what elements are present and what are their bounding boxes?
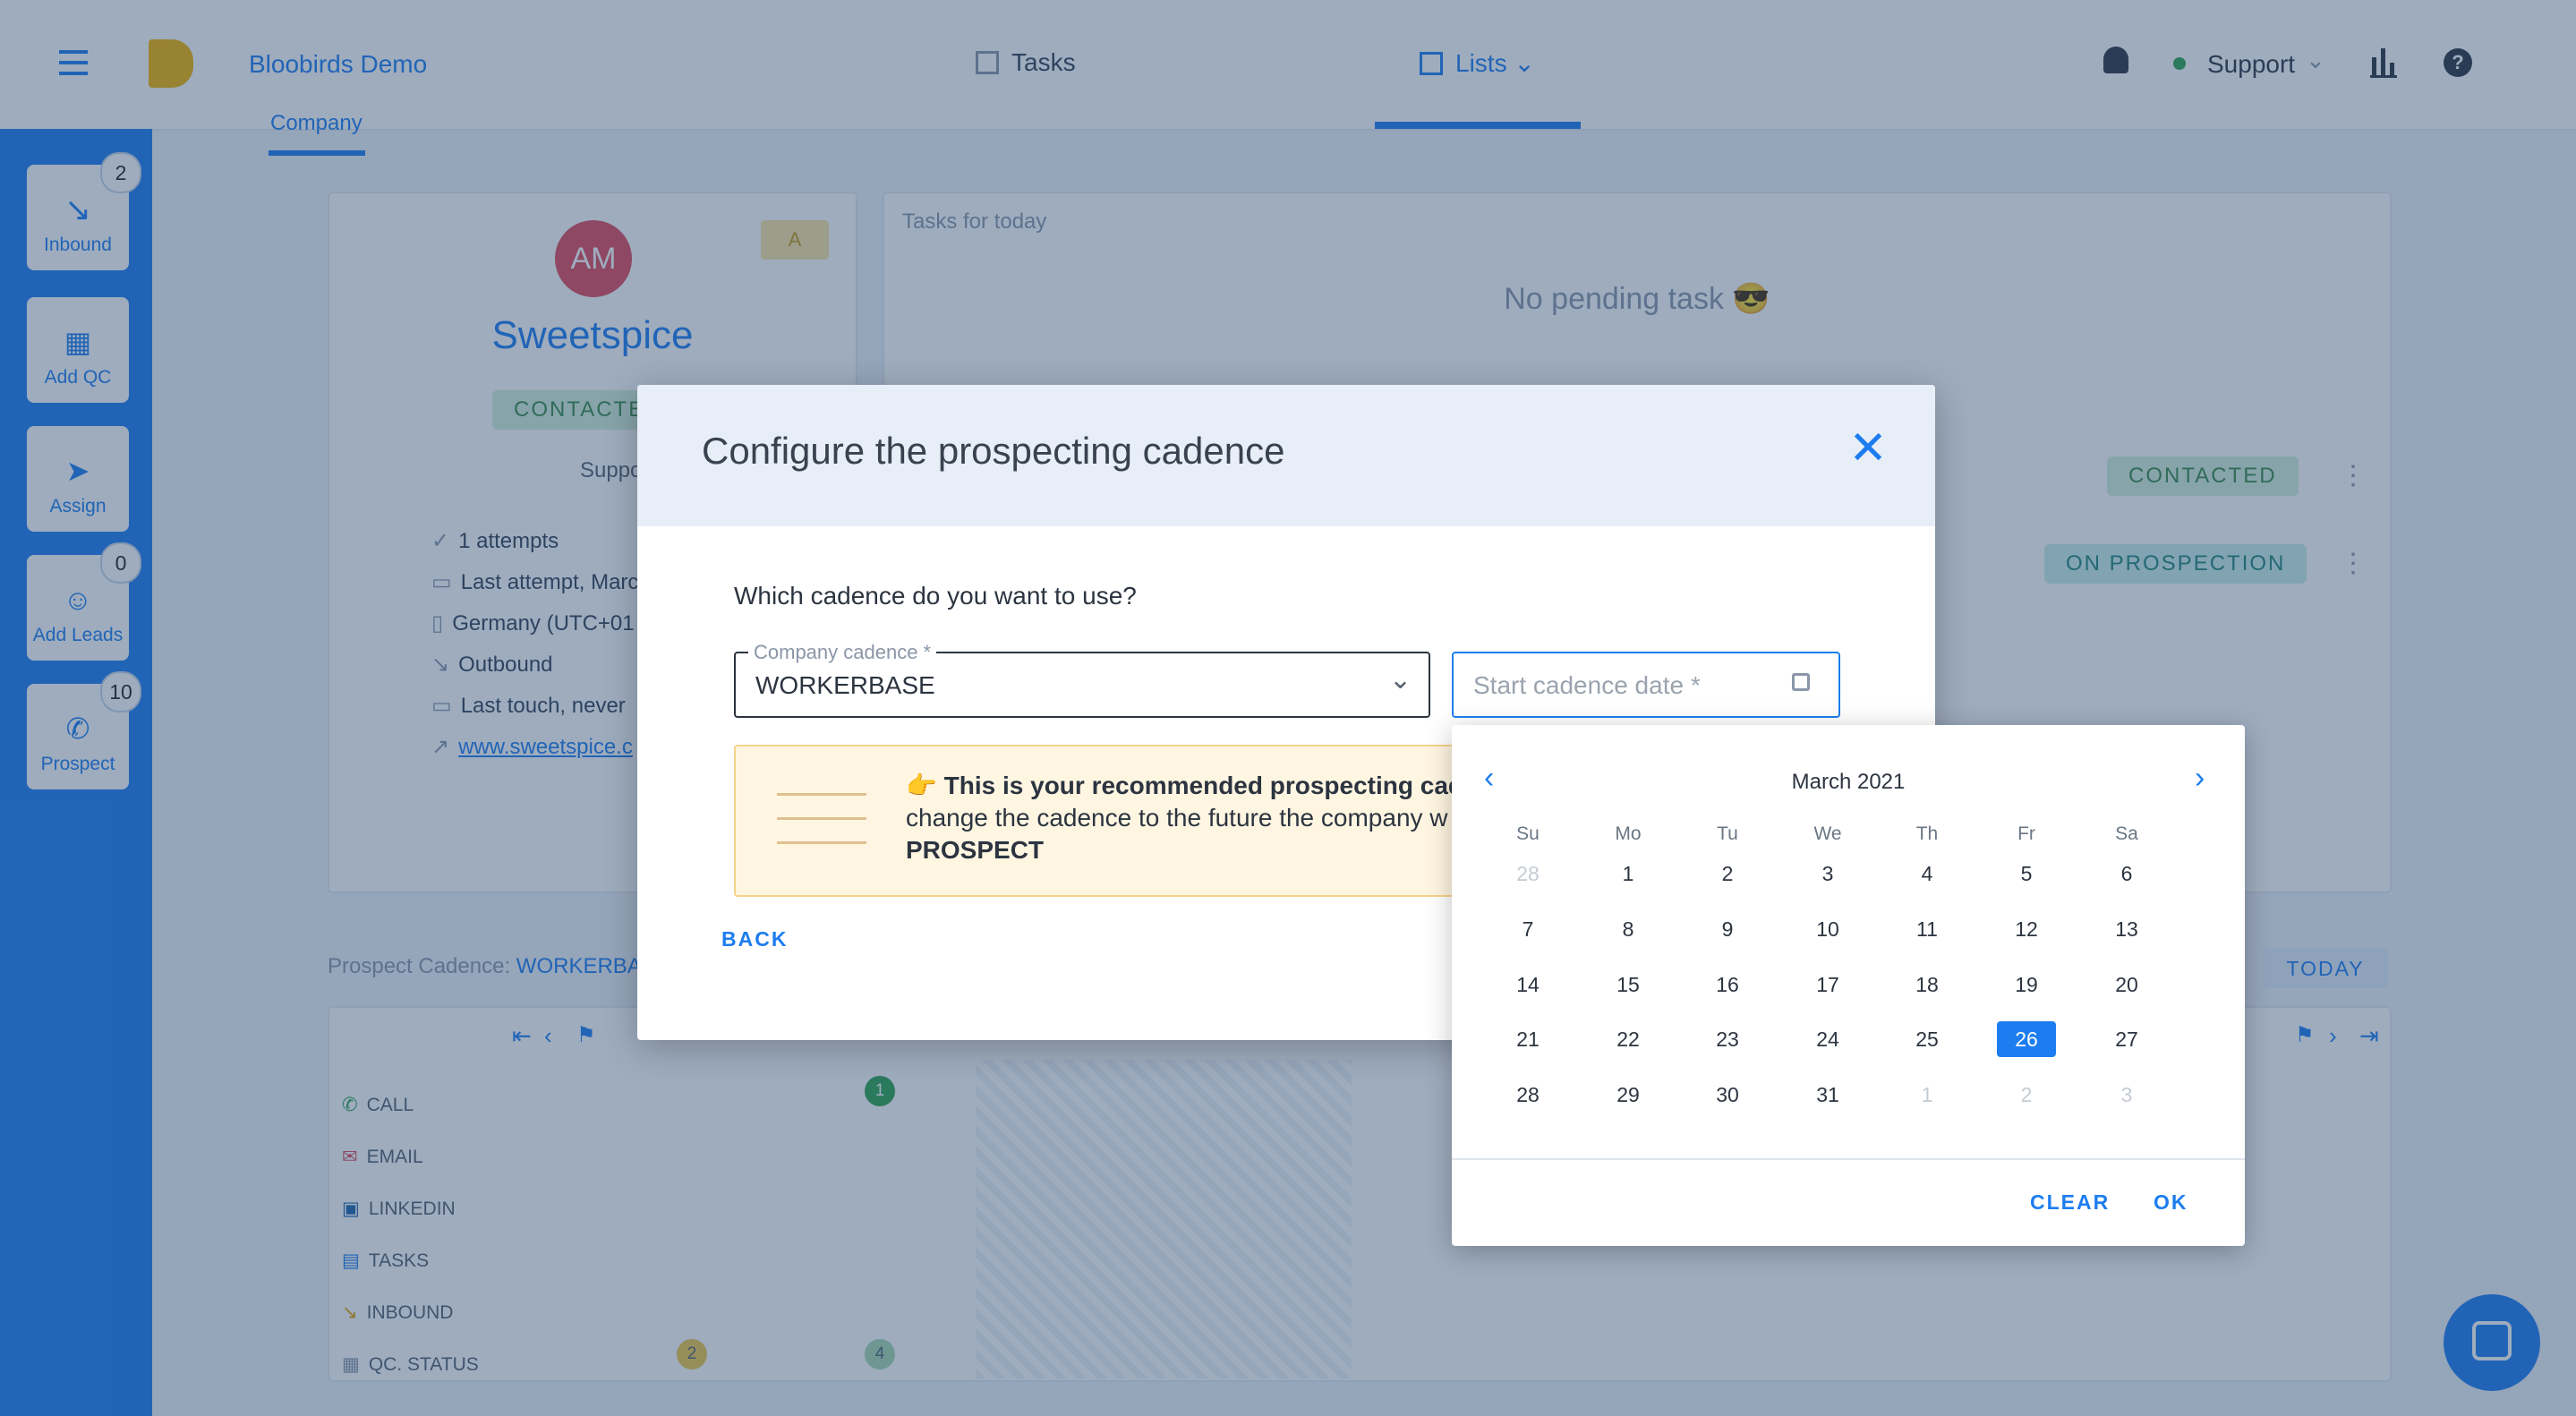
calendar-day[interactable]: 13 <box>2097 911 2156 947</box>
calendar-day[interactable]: 18 <box>1898 967 1957 1002</box>
calendar-day[interactable]: 29 <box>1599 1077 1658 1113</box>
calendar-day[interactable]: 30 <box>1698 1077 1757 1113</box>
weekday-label: Sa <box>2115 823 2138 844</box>
calendar-day: 2 <box>2020 1083 2033 1106</box>
calendar-day[interactable]: 22 <box>1599 1021 1658 1057</box>
calendar-day[interactable]: 17 <box>1798 967 1857 1002</box>
recommendation-text: 👉 This is your recommended prospecting c… <box>906 772 1478 864</box>
calendar-day[interactable]: 15 <box>1599 967 1658 1002</box>
date-placeholder: Start cadence date * <box>1473 671 1701 699</box>
calendar-day[interactable]: 11 <box>1898 911 1957 947</box>
weekday-label: We <box>1813 823 1842 844</box>
calendar-day[interactable]: 21 <box>1498 1021 1557 1057</box>
calendar-day[interactable]: 3 <box>1798 856 1857 891</box>
calendar-day[interactable]: 7 <box>1498 911 1557 947</box>
start-date-input[interactable]: Start cadence date * <box>1452 652 1840 718</box>
field-value: WORKERBASE <box>755 671 935 699</box>
calendar-day[interactable]: 4 <box>1898 856 1957 891</box>
calendar-day[interactable]: 31 <box>1798 1077 1857 1113</box>
calendar-day[interactable]: 19 <box>1997 967 2056 1002</box>
calendar-divider <box>1452 1158 2245 1160</box>
calendar-day: 3 <box>2120 1083 2133 1106</box>
calendar-day[interactable]: 6 <box>2097 856 2156 891</box>
calendar-day[interactable]: 1 <box>1599 856 1658 891</box>
pointing-hand-icon: 👉 <box>906 772 937 799</box>
day-grid: 28 1 2 3 4 5 6 7 8 9 10 11 12 13 14 15 16 17 18 19 20 21 22 23 2… <box>1452 856 2245 1133</box>
chevron-down-icon: ⌄ <box>1389 665 1412 695</box>
calendar-day[interactable]: 16 <box>1698 967 1757 1002</box>
calendar-month[interactable]: March 2021 <box>1452 770 2245 795</box>
calendar-day[interactable]: 20 <box>2097 967 2156 1002</box>
modal-title: Configure the prospecting cadence <box>702 430 1285 472</box>
field-label: Company cadence * <box>748 641 937 664</box>
calendar-day[interactable]: 23 <box>1698 1021 1757 1057</box>
calendar-day[interactable]: 9 <box>1698 911 1757 947</box>
calendar-day[interactable]: 5 <box>1997 856 2056 891</box>
weekday-row: Su Mo Tu We Th Fr Sa <box>1452 823 2245 850</box>
next-month-icon[interactable]: › <box>2195 761 2205 796</box>
cadence-illustration-icon <box>777 784 866 856</box>
recommendation-banner: 👉 This is your recommended prospecting c… <box>734 745 1543 897</box>
calendar-day[interactable]: 12 <box>1997 911 2056 947</box>
company-cadence-select[interactable]: Company cadence * WORKERBASE ⌄ <box>734 641 1430 718</box>
weekday-label: Mo <box>1615 823 1642 844</box>
weekday-label: Tu <box>1717 823 1738 844</box>
clear-button[interactable]: CLEAR <box>2030 1190 2110 1215</box>
calendar-day[interactable]: 27 <box>2097 1021 2156 1057</box>
calendar-day[interactable]: 25 <box>1898 1021 1957 1057</box>
ok-button[interactable]: OK <box>2154 1190 2188 1215</box>
calendar-day[interactable]: 14 <box>1498 967 1557 1002</box>
date-picker: ‹ March 2021 › Su Mo Tu We Th Fr Sa 28 1 2 3 4 5 6 7 8… <box>1452 725 2245 1246</box>
weekday-label: Su <box>1516 823 1540 844</box>
calendar-day: 1 <box>1921 1083 1933 1106</box>
weekday-label: Th <box>1915 823 1939 844</box>
cadence-question: Which cadence do you want to use? <box>734 582 1137 610</box>
calendar-day[interactable]: 10 <box>1798 911 1857 947</box>
calendar-day[interactable]: 8 <box>1599 911 1658 947</box>
calendar-day[interactable]: 24 <box>1798 1021 1857 1057</box>
calendar-day: 28 <box>1516 862 1540 885</box>
back-button[interactable]: BACK <box>721 927 788 951</box>
modal-header: Configure the prospecting cadence ✕ <box>637 385 1935 526</box>
calendar-day[interactable]: 2 <box>1698 856 1757 891</box>
calendar-day[interactable]: 28 <box>1498 1077 1557 1113</box>
calendar-icon <box>1792 673 1810 691</box>
close-icon[interactable]: ✕ <box>1846 425 1890 472</box>
selected-day[interactable]: 26 <box>1997 1021 2056 1057</box>
weekday-label: Fr <box>2017 823 2035 844</box>
